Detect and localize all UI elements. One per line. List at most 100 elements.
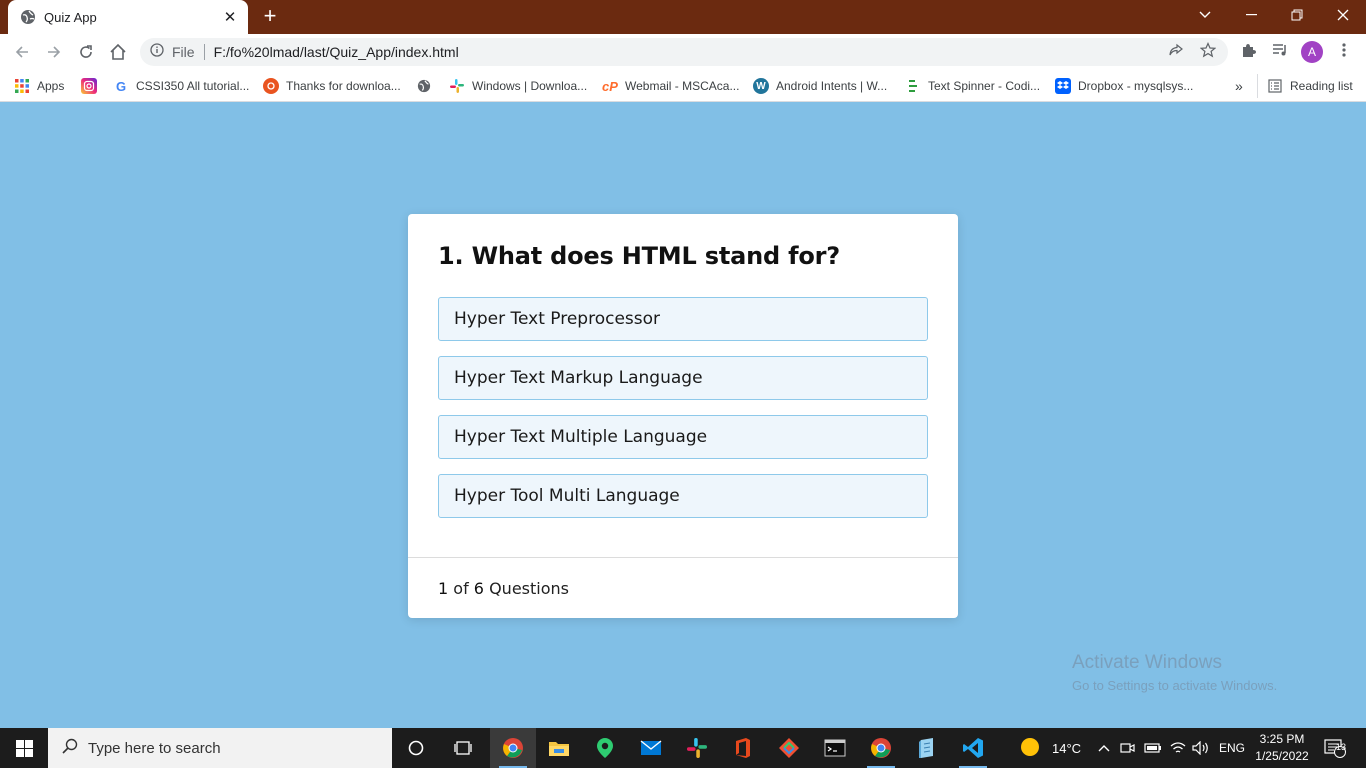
forward-button[interactable] [40,38,68,66]
address-bar[interactable]: File F:/fo%20lmad/last/Quiz_App/index.ht… [140,38,1228,66]
restore-button[interactable] [1274,0,1320,30]
chrome-taskbar-icon[interactable] [490,728,536,768]
globe-icon [416,78,432,94]
bookmark-label: Thanks for downloa... [286,79,401,93]
watermark-title: Activate Windows [1072,652,1222,673]
weather-widget[interactable]: 14°C [1020,728,1081,768]
answer-option[interactable]: Hyper Text Markup Language [438,356,928,400]
wifi-icon[interactable] [1170,728,1186,768]
search-icon [62,738,78,759]
share-icon[interactable] [1166,40,1186,60]
counter-questions-label: Questions [489,579,569,598]
mail-icon[interactable] [628,728,674,768]
maps-icon[interactable] [582,728,628,768]
show-hidden-icons-chevron-icon[interactable] [1098,728,1110,768]
meet-now-icon[interactable] [1120,728,1136,768]
watermark-subtitle: Go to Settings to activate Windows. [1072,678,1278,693]
office-icon[interactable] [720,728,766,768]
bookmark-label: Windows | Downloa... [472,79,588,93]
bookmark-instagram[interactable] [81,76,104,96]
notification-center-icon[interactable]: 13 [1324,728,1346,768]
back-button[interactable] [8,38,36,66]
volume-icon[interactable] [1192,728,1210,768]
bookmark-text-spinner[interactable]: Text Spinner - Codi... [905,76,1040,96]
bookmark-cssi350[interactable]: G CSSI350 All tutorial... [113,76,249,96]
info-icon[interactable] [150,42,164,62]
apps-grid-icon [14,78,30,94]
profile-avatar[interactable]: A [1301,41,1323,63]
menu-kebab-icon[interactable] [1334,40,1354,60]
bookmark-label: Apps [37,79,65,93]
ubuntu-icon [263,78,279,94]
wordpress-icon: W [753,78,769,94]
home-button[interactable] [104,38,132,66]
bookmark-label: Android Intents | W... [776,79,888,93]
bookmark-label: Text Spinner - Codi... [928,79,1041,93]
bookmarks-overflow-button[interactable]: » [1235,76,1243,96]
reading-list-label: Reading list [1290,79,1353,93]
tab-search-icon[interactable] [1182,0,1228,30]
card-divider [408,557,958,558]
tab-title: Quiz App [44,9,97,25]
url-separator [203,44,205,60]
answer-option[interactable]: Hyper Tool Multi Language [438,474,928,518]
vscode-icon[interactable] [950,728,996,768]
git-tool-icon[interactable] [766,728,812,768]
url-text[interactable]: F:/fo%20lmad/last/Quiz_App/index.html [214,44,459,60]
close-tab-icon[interactable]: ✕ [222,8,238,26]
bookmark-webmail[interactable]: cP Webmail - MSCAca... [602,76,739,96]
start-button[interactable] [0,728,48,768]
reload-button[interactable] [72,38,100,66]
battery-icon[interactable] [1144,728,1162,768]
question-text: 1. What does HTML stand for? [438,242,840,270]
taskbar-search-input[interactable]: Type here to search [48,728,392,768]
windows-taskbar: Type here to search 14°C ENG 3:25 PM 1/2… [0,728,1366,768]
slack-taskbar-icon[interactable] [674,728,720,768]
bookmark-label: Webmail - MSCAca... [625,79,740,93]
close-window-button[interactable] [1320,0,1366,30]
bookmark-apps[interactable]: Apps [14,76,64,96]
chrome-profile-taskbar-icon[interactable] [858,728,904,768]
counter-of: of [453,579,469,598]
bookmark-star-icon[interactable] [1198,40,1218,60]
reading-list-icon [1267,78,1283,94]
browser-toolbar: File F:/fo%20lmad/last/Quiz_App/index.ht… [0,34,1366,70]
current-question-number: 1 [438,579,449,598]
sun-icon [1020,737,1040,760]
clock-date: 1/25/2022 [1255,749,1309,763]
answer-option[interactable]: Hyper Text Multiple Language [438,415,928,459]
new-tab-button[interactable]: + [258,5,282,29]
bookmark-dropbox[interactable]: Dropbox - mysqlsys... [1055,76,1193,96]
taskbar-clock[interactable]: 3:25 PM 1/25/2022 [1250,731,1314,765]
bookmark-android-intents[interactable]: W Android Intents | W... [753,76,887,96]
search-placeholder: Type here to search [88,739,221,757]
minimize-button[interactable] [1228,0,1274,30]
notepad-icon[interactable] [904,728,950,768]
terminal-icon[interactable] [812,728,858,768]
notification-count: 13 [1336,742,1347,752]
url-scheme: File [172,44,195,60]
input-language[interactable]: ENG [1219,728,1245,768]
answer-option[interactable]: Hyper Text Preprocessor [438,297,928,341]
bookmark-label: CSSI350 All tutorial... [136,79,250,93]
bookmark-windows[interactable]: Windows | Downloa... [449,76,587,96]
dropbox-icon [1055,78,1071,94]
reading-list-button[interactable]: Reading list [1257,74,1353,98]
instagram-icon [81,78,97,94]
bookmark-ubuntu[interactable]: Thanks for downloa... [263,76,401,96]
task-view-icon[interactable] [440,728,486,768]
weather-temperature: 14°C [1052,740,1082,756]
activate-windows-watermark: Activate Windows Go to Settings to activ… [1072,652,1277,693]
quiz-card: 1. What does HTML stand for? Hyper Text … [408,214,958,618]
browser-tab[interactable]: Quiz App ✕ [8,0,248,34]
spinner-icon [905,78,921,94]
globe-icon [20,9,36,25]
file-explorer-icon[interactable] [536,728,582,768]
media-control-icon[interactable] [1270,40,1290,60]
cpanel-icon: cP [602,78,618,94]
cortana-icon[interactable] [393,728,439,768]
bookmark-globe[interactable] [416,76,439,96]
bookmark-label: Dropbox - mysqlsys... [1078,79,1194,93]
browser-tab-strip: Quiz App ✕ + [0,0,1366,34]
extensions-icon[interactable] [1238,40,1258,60]
